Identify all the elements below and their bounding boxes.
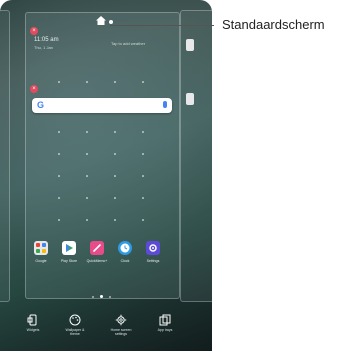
option-label: App trays: [157, 328, 173, 332]
grid-dot: [114, 81, 116, 83]
grid-dot: [86, 175, 88, 177]
home-screen-settings-button[interactable]: Home screen settings: [108, 314, 134, 336]
widgets-icon: [27, 314, 37, 326]
widget-time: 11:05 am: [34, 37, 59, 43]
grid-dot: [142, 131, 144, 133]
option-label: Home screen settings: [110, 328, 132, 336]
widgets-button[interactable]: Widgets: [20, 314, 46, 332]
page-dot: [92, 296, 94, 298]
grid-dot: [142, 197, 144, 199]
grid-dot: [114, 197, 116, 199]
play-store-icon[interactable]: [62, 241, 76, 255]
widget-date: Thu, 1 Jan: [34, 45, 53, 50]
mic-icon[interactable]: [163, 101, 167, 108]
grid-dot: [58, 197, 60, 199]
grid-dot: [58, 175, 60, 177]
palette-icon: [69, 314, 81, 326]
gear-icon[interactable]: [146, 241, 160, 255]
next-page-preview[interactable]: [180, 10, 212, 302]
wallpaper-theme-button[interactable]: Wallpaper & theme: [62, 314, 88, 336]
settings-gear-icon: [115, 314, 127, 326]
app-label: QuickMemo+: [86, 259, 108, 263]
app-trays-button[interactable]: App trays: [152, 314, 178, 332]
option-label: Wallpaper & theme: [65, 328, 85, 336]
grid-dot: [86, 219, 88, 221]
remove-widget-button[interactable]: ×: [30, 27, 38, 35]
phone-screen: × 11:05 am Thu, 1 Jan Tap to add weather…: [0, 0, 212, 351]
grid-dot: [114, 219, 116, 221]
grid-dot: [114, 153, 116, 155]
callout-label: Standaardscherm: [222, 17, 325, 32]
grid-dot: [142, 81, 144, 83]
home-icon[interactable]: [96, 16, 106, 25]
grid-dot: [142, 219, 144, 221]
callout-anchor-dot: [109, 20, 113, 24]
app-icon: [186, 39, 194, 51]
grid-dot: [114, 175, 116, 177]
grid-dot: [86, 153, 88, 155]
grid-dot: [58, 131, 60, 133]
widget-weather-text: Tap to add weather: [111, 41, 146, 46]
page-dot: [109, 296, 111, 298]
google-folder-icon[interactable]: [34, 241, 48, 255]
app-label: Clock: [120, 259, 130, 263]
copy-pages-icon: [159, 314, 171, 326]
page-dot-active: [100, 295, 103, 298]
grid-dot: [58, 153, 60, 155]
remove-widget-button[interactable]: ×: [30, 85, 38, 93]
clock-icon[interactable]: [118, 241, 132, 255]
grid-dot: [86, 131, 88, 133]
option-label: Widgets: [26, 328, 40, 332]
app-label: Play Store: [60, 259, 78, 263]
grid-dot: [86, 197, 88, 199]
app-icon: [186, 93, 194, 105]
grid-dot: [114, 131, 116, 133]
grid-dot: [58, 219, 60, 221]
callout-line: [110, 25, 214, 26]
google-logo: G: [37, 100, 45, 110]
grid-dot: [142, 153, 144, 155]
grid-dot: [58, 81, 60, 83]
app-label: Google: [35, 259, 47, 263]
pen-icon[interactable]: [90, 241, 104, 255]
home-page-preview[interactable]: × 11:05 am Thu, 1 Jan Tap to add weather…: [25, 12, 180, 299]
app-label: Settings: [146, 259, 160, 263]
grid-dot: [142, 175, 144, 177]
previous-page-preview[interactable]: [0, 10, 10, 302]
grid-dot: [86, 81, 88, 83]
google-search-widget[interactable]: G: [32, 98, 172, 113]
